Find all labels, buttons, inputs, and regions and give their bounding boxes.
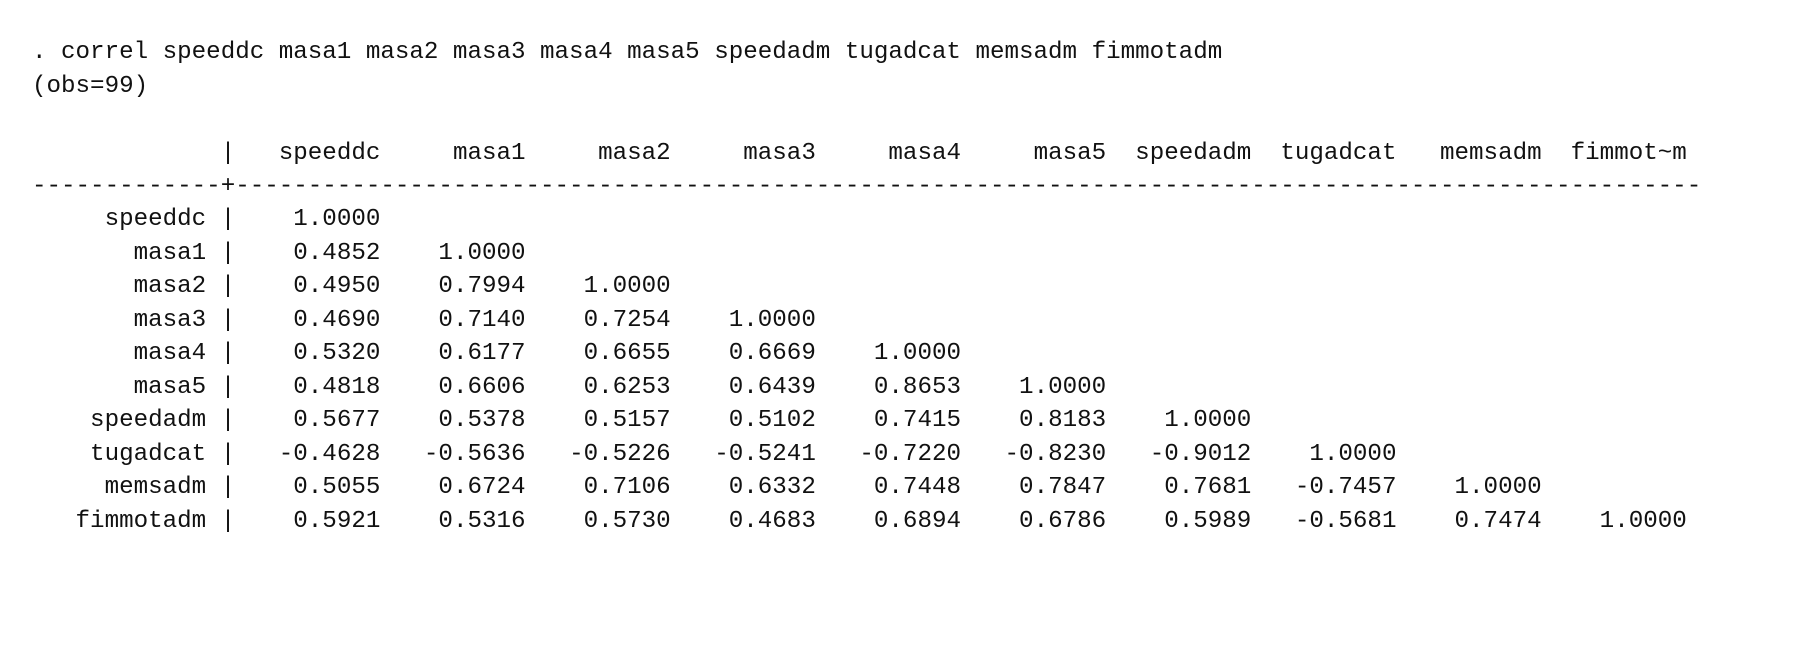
correlation-cell: 0.7681: [1106, 474, 1252, 501]
correlation-cell: 0.7254: [525, 306, 671, 334]
correlation-cell: 0.6439: [670, 373, 816, 401]
correlation-cell: 0.8183: [961, 407, 1107, 434]
correlation-cell: -0.7457: [1251, 474, 1397, 501]
correlation-cell: 0.5320: [235, 340, 381, 367]
row-label: masa3: [32, 306, 207, 334]
column-header: masa2: [525, 140, 671, 167]
column-header: masa5: [961, 140, 1107, 167]
correlation-cell: 1.0000: [670, 306, 816, 334]
correlation-cell: 0.5989: [1106, 507, 1252, 535]
correlation-cell: 0.8653: [815, 373, 961, 401]
correlation-cell: 1.0000: [1396, 474, 1542, 501]
table-row: masa2 | 0.4950 0.7994 1.0000: [32, 273, 671, 300]
correlation-cell: -0.4628: [235, 440, 381, 468]
correlation-cell: 0.5730: [525, 507, 671, 535]
correlation-cell: -0.8230: [961, 440, 1107, 468]
correlation-cell: 0.5055: [235, 474, 381, 501]
table-row: speeddc | 1.0000: [32, 206, 381, 233]
command-line: . correl speeddc masa1 masa2 masa3 masa4…: [32, 39, 1223, 66]
column-header-row: | speeddc masa1 masa2 masa3 masa4 masa5 …: [32, 140, 1687, 167]
correlation-cell: 0.5921: [235, 507, 381, 535]
correlation-cell: 0.7994: [380, 273, 526, 300]
column-header: tugadcat: [1251, 140, 1397, 167]
correlation-cell: 0.7140: [380, 306, 526, 334]
correlation-cell: 0.4950: [235, 273, 381, 300]
correlation-cell: 1.0000: [525, 273, 671, 300]
obs-note: (obs=99): [32, 73, 149, 100]
correlation-cell: 0.7474: [1396, 507, 1542, 535]
correlation-cell: 1.0000: [815, 340, 961, 367]
row-label: masa4: [32, 340, 207, 367]
table-row: speedadm | 0.5677 0.5378 0.5157 0.5102 0…: [32, 407, 1252, 434]
column-header: memsadm: [1396, 140, 1542, 167]
header-divider: -------------+--------------------------…: [32, 173, 1702, 200]
table-row: tugadcat | -0.4628 -0.5636 -0.5226 -0.52…: [32, 440, 1397, 468]
row-label: masa5: [32, 373, 207, 401]
row-label: memsadm: [32, 474, 207, 501]
correlation-cell: 0.5378: [380, 407, 526, 434]
column-header: masa1: [380, 140, 526, 167]
correlation-cell: 1.0000: [1106, 407, 1252, 434]
row-label: speeddc: [32, 206, 207, 233]
stata-results-window: . correl speeddc masa1 masa2 masa3 masa4…: [0, 0, 1800, 646]
correlation-cell: -0.5636: [380, 440, 526, 468]
correlation-cell: 1.0000: [380, 239, 526, 267]
column-header: masa3: [670, 140, 816, 167]
column-header: fimmot~m: [1541, 140, 1687, 167]
correlation-cell: 0.6177: [380, 340, 526, 367]
row-label: tugadcat: [32, 440, 207, 468]
table-row: masa4 | 0.5320 0.6177 0.6655 0.6669 1.00…: [32, 340, 961, 367]
correlation-cell: 0.7847: [961, 474, 1107, 501]
correlation-cell: 0.5677: [235, 407, 381, 434]
table-row: masa5 | 0.4818 0.6606 0.6253 0.6439 0.86…: [32, 373, 1107, 401]
column-header: masa4: [815, 140, 961, 167]
row-label: fimmotadm: [32, 507, 207, 535]
correlation-cell: 0.6724: [380, 474, 526, 501]
correlation-cell: 0.6786: [961, 507, 1107, 535]
correlation-cell: 0.7415: [815, 407, 961, 434]
table-row: masa3 | 0.4690 0.7140 0.7254 1.0000: [32, 306, 816, 334]
correlation-cell: -0.7220: [815, 440, 961, 468]
correlation-cell: 0.6253: [525, 373, 671, 401]
correlation-cell: 1.0000: [1541, 507, 1687, 535]
table-row: memsadm | 0.5055 0.6724 0.7106 0.6332 0.…: [32, 474, 1542, 501]
correlation-cell: 0.7106: [525, 474, 671, 501]
correlation-cell: 0.4683: [670, 507, 816, 535]
correlation-cell: 0.6894: [815, 507, 961, 535]
correlation-cell: 0.5102: [670, 407, 816, 434]
table-row: fimmotadm | 0.5921 0.5316 0.5730 0.4683 …: [32, 507, 1687, 535]
row-label: speedadm: [32, 407, 207, 434]
correlation-cell: 0.6606: [380, 373, 526, 401]
column-header: speedadm: [1106, 140, 1252, 167]
correlation-cell: 0.5157: [525, 407, 671, 434]
correlation-cell: 0.6332: [670, 474, 816, 501]
correlation-cell: -0.5226: [525, 440, 671, 468]
correlation-cell: 0.6655: [525, 340, 671, 367]
correlation-cell: -0.5241: [670, 440, 816, 468]
correlation-cell: 0.7448: [815, 474, 961, 501]
correlation-cell: 0.4690: [235, 306, 381, 334]
table-row: masa1 | 0.4852 1.0000: [32, 239, 526, 267]
correlation-cell: 1.0000: [1251, 440, 1397, 468]
correlation-cell: 0.6669: [670, 340, 816, 367]
row-label: masa2: [32, 273, 207, 300]
correlation-cell: -0.9012: [1106, 440, 1252, 468]
correlation-cell: 0.4818: [235, 373, 381, 401]
column-header: speeddc: [235, 140, 381, 167]
correlation-cell: 1.0000: [235, 206, 381, 233]
row-label: masa1: [32, 239, 207, 267]
correlation-cell: -0.5681: [1251, 507, 1397, 535]
correlation-cell: 0.4852: [235, 239, 381, 267]
correlation-cell: 0.5316: [380, 507, 526, 535]
correlation-cell: 1.0000: [961, 373, 1107, 401]
